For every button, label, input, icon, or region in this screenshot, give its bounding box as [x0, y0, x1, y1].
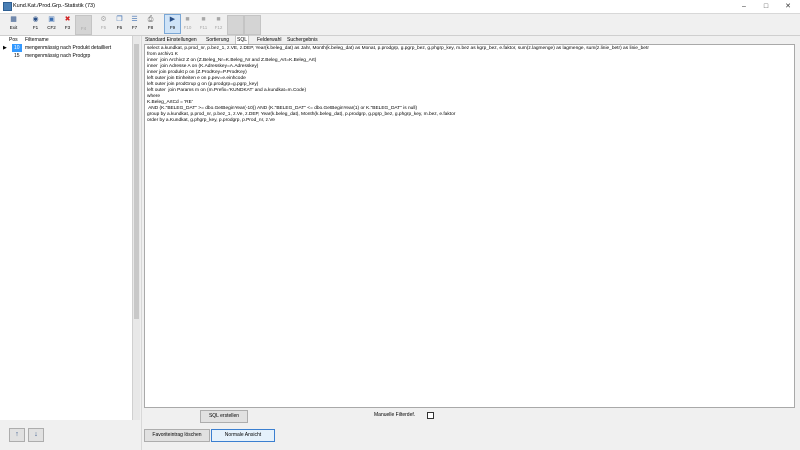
- blank-icon: [79, 17, 88, 25]
- empty-toolbar-slot-1: [227, 15, 244, 35]
- filter-panel: Pos Filtername ▶ 10 mengenmässig nach Pr…: [0, 36, 141, 450]
- title-bar: Kund.Kat./Prod.Grp.-Statistik (73) – □ ✕: [0, 0, 800, 14]
- list-button[interactable]: ☰ F7: [127, 15, 142, 33]
- f10-button[interactable]: ■ F10: [180, 15, 195, 33]
- manual-filter-label: Manuelle Filterdef.: [374, 412, 416, 418]
- scrollbar-thumb[interactable]: [134, 44, 139, 319]
- row-marker-icon: ▶: [3, 45, 7, 51]
- list-item[interactable]: 15 mengenmässig nach Prodgrp: [0, 52, 132, 60]
- help-button[interactable]: ◉ F1: [28, 15, 43, 33]
- f12-button[interactable]: ■ F12: [211, 15, 226, 33]
- tools-icon: ⚙: [100, 16, 107, 23]
- delete-favorite-button[interactable]: Favoriteintrag löschen: [144, 429, 210, 442]
- list-item-pos: 10: [12, 44, 22, 52]
- sql-line: left outer join Params m on (m.Prefix='K…: [147, 88, 307, 93]
- f11-button[interactable]: ■ F11: [196, 15, 211, 33]
- list-item-pos: 15: [14, 53, 20, 59]
- tab-standard-einstellungen[interactable]: Standard Einstellungen: [144, 36, 198, 44]
- delete-button[interactable]: ✖ F3: [60, 15, 75, 33]
- disabled-icon: ■: [185, 16, 190, 23]
- sql-editor[interactable]: select a.kundkat, p.prod_nr, p.bez_1, z.…: [144, 44, 795, 408]
- delete-icon: ✖: [64, 16, 71, 23]
- tools-button[interactable]: ⚙ F5: [96, 15, 111, 33]
- tab-sortierung[interactable]: Sortierung: [205, 36, 230, 44]
- disabled-icon: ■: [201, 16, 206, 23]
- exit-button[interactable]: ▦ Exit: [6, 15, 21, 33]
- print-button[interactable]: ⎙ F8: [143, 15, 158, 33]
- copy-button[interactable]: ❐ F6: [112, 15, 127, 33]
- panel-divider[interactable]: [141, 36, 142, 450]
- new-icon: ▣: [48, 16, 55, 23]
- window-title: Kund.Kat./Prod.Grp.-Statistik (73): [13, 3, 95, 9]
- sql-line: select a.kundkat, p.prod_nr, p.bez_1, z.…: [147, 46, 649, 51]
- sql-erstellen-button[interactable]: SQL erstellen: [200, 410, 248, 423]
- list-icon: ☰: [131, 16, 138, 23]
- list-item-name: mengenmässig nach Produkt detailliert: [25, 45, 112, 51]
- empty-toolbar-slot-2: [244, 15, 261, 35]
- print-icon: ⎙: [147, 16, 154, 23]
- help-icon: ◉: [32, 16, 39, 23]
- list-scrollbar[interactable]: [132, 36, 140, 420]
- manual-filter-checkbox[interactable]: [427, 412, 434, 419]
- run-button[interactable]: ▶ F9: [164, 14, 181, 34]
- copy-icon: ❐: [116, 16, 123, 23]
- move-up-button[interactable]: ↑: [9, 428, 25, 442]
- toolbar: ▦ Exit ◉ F1 ▣ CF2 ✖ F3 F4 ⚙ F5 ❐ F6 ☰ F7…: [0, 14, 800, 36]
- list-item[interactable]: ▶ 10 mengenmässig nach Produkt detaillie…: [0, 44, 132, 52]
- filter-icon: ■: [216, 16, 221, 23]
- maximize-icon[interactable]: □: [755, 1, 777, 12]
- move-down-button[interactable]: ↓: [28, 428, 44, 442]
- normal-view-button[interactable]: Normale Ansicht: [211, 429, 275, 442]
- app-icon: [3, 2, 12, 11]
- run-icon: ▶: [169, 16, 176, 23]
- list-item-name: mengenmässig nach Prodgrp: [25, 53, 91, 59]
- sql-line: order by a.Kundkat, g.phgrp_key, p.prodg…: [147, 118, 275, 123]
- new-button[interactable]: ▣ CF2: [44, 15, 59, 33]
- exit-icon: ▦: [10, 16, 17, 23]
- filter-list[interactable]: Pos Filtername ▶ 10 mengenmässig nach Pr…: [0, 36, 133, 420]
- tab-felderwahl[interactable]: Felderwahl: [256, 36, 282, 44]
- tab-suchergebnis[interactable]: Suchergebnis: [286, 36, 319, 44]
- f4-button[interactable]: F4: [75, 15, 92, 35]
- minimize-icon[interactable]: –: [733, 1, 755, 12]
- close-icon[interactable]: ✕: [777, 1, 799, 12]
